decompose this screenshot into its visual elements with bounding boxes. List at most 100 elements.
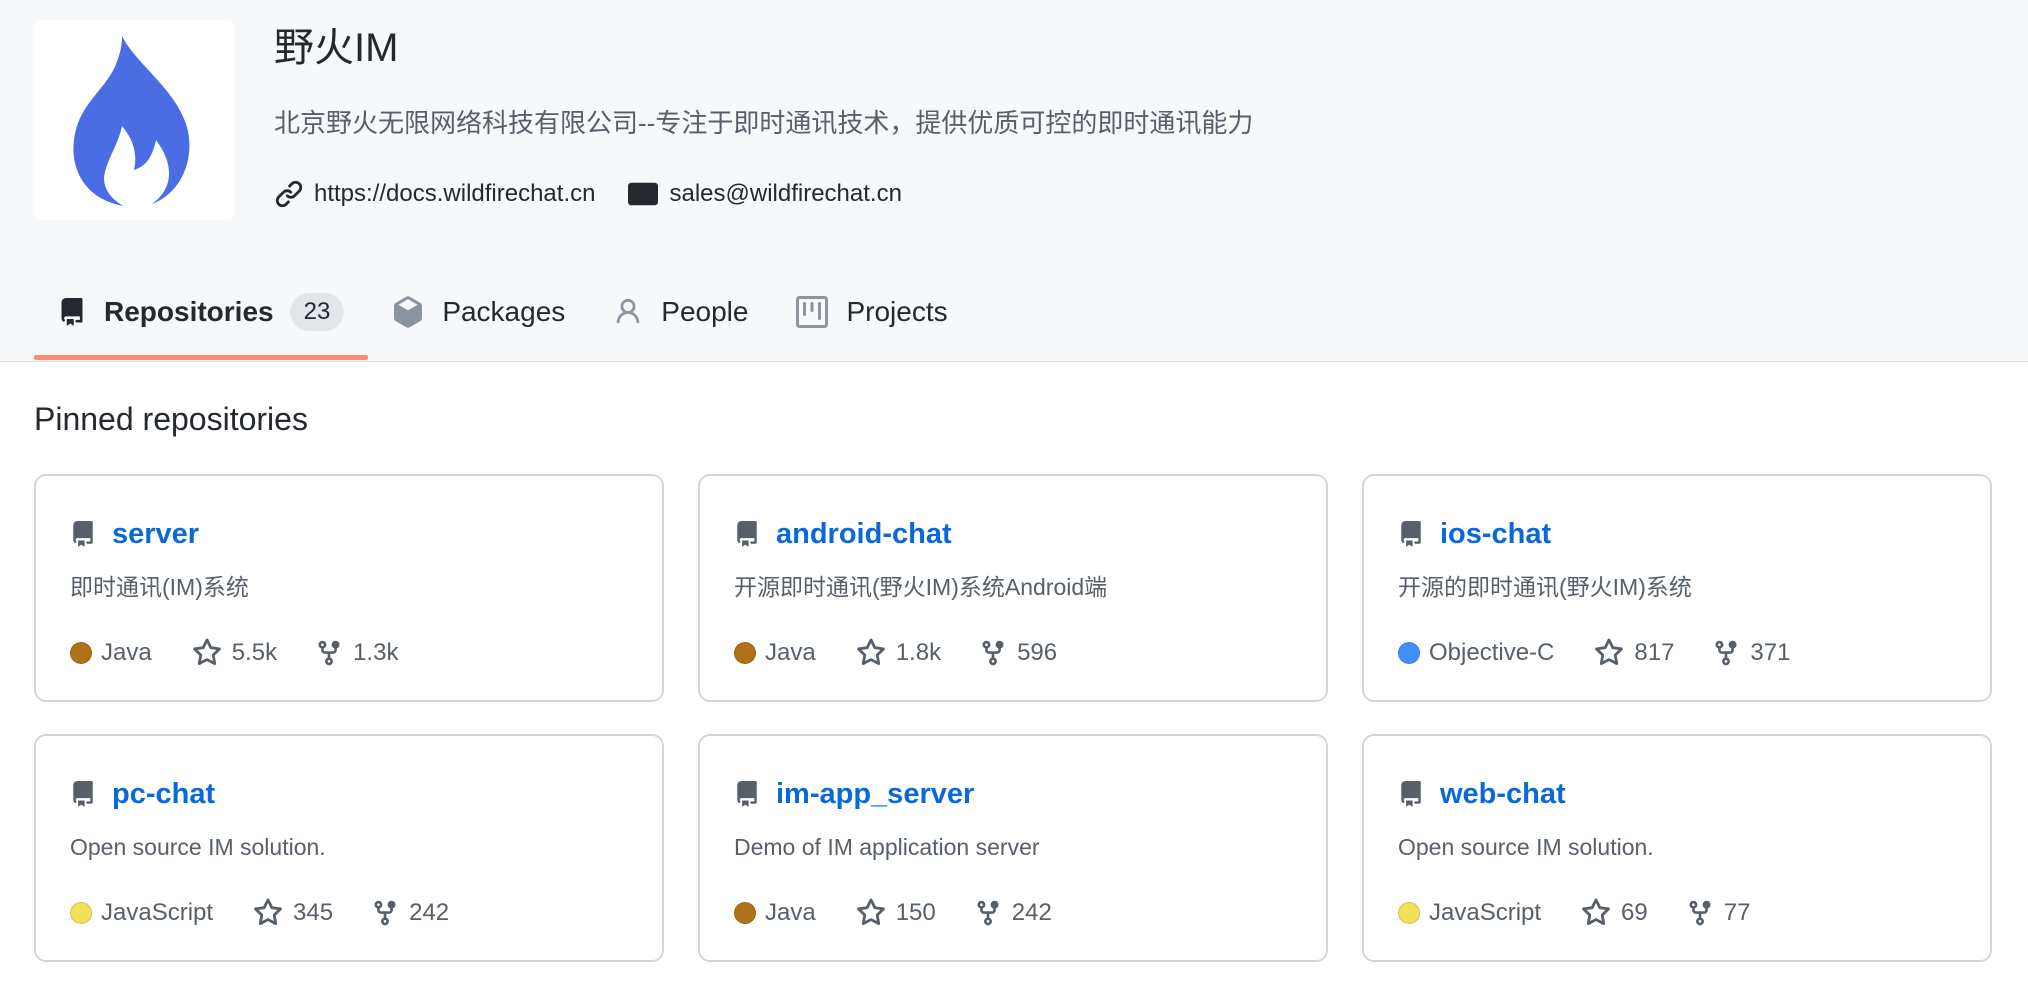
language-color-dot (70, 642, 92, 664)
flame-logo-icon (73, 36, 190, 206)
language-color-dot (1398, 642, 1420, 664)
fork-icon (318, 640, 340, 666)
repo-description: Demo of IM application server (734, 834, 1040, 860)
repo-header: im-app_server (734, 772, 974, 816)
tab-projects[interactable]: Projects (772, 284, 971, 340)
mail-icon (628, 182, 659, 206)
org-email[interactable]: sales@wildfirechat.cn (627, 179, 902, 209)
language-color-dot (70, 902, 92, 924)
star-count: 1.8k (895, 639, 942, 666)
star-count: 150 (895, 899, 936, 926)
repo-name-link[interactable]: ios-chat (1440, 518, 1551, 551)
repo-language: Java (734, 899, 816, 927)
fork-count: 77 (1723, 899, 1751, 926)
repo-count-badge: 23 (289, 293, 345, 331)
repo-meta: JavaScript 69 77 (1398, 896, 1788, 930)
pinned-repo-card: pc-chat Open source IM solution. JavaScr… (34, 734, 664, 962)
repo-name-link[interactable]: server (112, 518, 199, 551)
star-count: 5.5k (231, 639, 278, 666)
tab-people[interactable]: People (589, 284, 772, 340)
repo-description: 即时通讯(IM)系统 (70, 574, 249, 600)
repo-description: Open source IM solution. (70, 834, 326, 860)
tab-label: Projects (846, 296, 948, 327)
repo-header: server (70, 512, 199, 556)
repo-name-link[interactable]: android-chat (776, 518, 952, 551)
language-color-dot (734, 642, 756, 664)
repo-stars[interactable]: 5.5k (192, 638, 277, 668)
website-link[interactable]: https://docs.wildfirechat.cn (314, 180, 595, 208)
star-icon (1582, 898, 1610, 926)
repo-stars[interactable]: 150 (856, 898, 936, 928)
repo-meta: Java 5.5k 1.3k (70, 636, 436, 670)
org-tabs: Repositories 23 Packages People Projects (34, 284, 972, 361)
repo-forks[interactable]: 1.3k (315, 638, 398, 668)
language-label: JavaScript (101, 899, 214, 926)
repo-stars[interactable]: 69 (1581, 898, 1648, 928)
repo-stars[interactable]: 1.8k (856, 638, 941, 668)
repo-icon (737, 781, 757, 807)
repo-meta: Java 150 242 (734, 896, 1090, 930)
repo-language: JavaScript (1398, 899, 1541, 927)
repo-forks[interactable]: 242 (371, 898, 449, 928)
repo-icon (1401, 521, 1421, 547)
star-count: 345 (293, 899, 334, 926)
repo-forks[interactable]: 596 (979, 638, 1057, 668)
language-color-dot (734, 902, 756, 924)
repo-icon (73, 521, 93, 547)
repo-language: JavaScript (70, 899, 213, 927)
tab-packages[interactable]: Packages (368, 284, 589, 340)
repo-icon (737, 521, 757, 547)
language-color-dot (1398, 902, 1420, 924)
repo-meta: Java 1.8k 596 (734, 636, 1095, 670)
repo-name-link[interactable]: pc-chat (112, 778, 215, 811)
fork-count: 596 (1017, 639, 1058, 666)
fork-icon (374, 900, 396, 926)
repo-description: Open source IM solution. (1398, 834, 1654, 860)
pinned-repo-card: android-chat 开源即时通讯(野火IM)系统Android端 Java… (698, 474, 1328, 702)
pinned-title: Pinned repositories (34, 401, 308, 437)
repo-forks[interactable]: 77 (1686, 898, 1751, 928)
org-avatar[interactable] (34, 20, 234, 220)
star-icon (1595, 638, 1624, 666)
org-description: 北京野火无限网络科技有限公司--专注于即时通讯技术，提供优质可控的即时通讯能力 (274, 108, 1254, 138)
repo-forks[interactable]: 371 (1712, 638, 1790, 668)
repo-meta: Objective-C 817 371 (1398, 636, 1828, 670)
link-icon (275, 180, 303, 208)
email-link[interactable]: sales@wildfirechat.cn (669, 180, 901, 208)
fork-count: 1.3k (353, 639, 399, 666)
org-website[interactable]: https://docs.wildfirechat.cn (274, 179, 595, 209)
repo-icon (61, 298, 83, 326)
tab-repositories[interactable]: Repositories 23 (34, 284, 369, 360)
repo-stars[interactable]: 817 (1594, 638, 1674, 668)
package-icon (394, 296, 423, 328)
repo-header: android-chat (734, 512, 952, 556)
language-label: Java (765, 639, 816, 666)
repo-forks[interactable]: 242 (974, 898, 1052, 928)
star-count: 69 (1621, 899, 1648, 926)
pinned-repo-card: ios-chat 开源的即时通讯(野火IM)系统 Objective-C 817… (1362, 474, 1992, 702)
star-icon (856, 638, 885, 666)
language-label: Java (101, 639, 152, 666)
repo-icon (73, 781, 93, 807)
tab-label: Repositories (104, 296, 274, 327)
project-icon (796, 296, 829, 328)
pinned-repos-grid: server 即时通讯(IM)系统 Java 5.5k 1.3k android… (34, 474, 1994, 962)
org-meta: https://docs.wildfirechat.cn sales@wildf… (274, 174, 934, 214)
repo-header: web-chat (1398, 772, 1566, 816)
star-icon (254, 898, 282, 926)
repo-stars[interactable]: 345 (253, 898, 333, 928)
language-label: JavaScript (1429, 899, 1542, 926)
repo-description: 开源即时通讯(野火IM)系统Android端 (734, 574, 1108, 600)
repo-name-link[interactable]: web-chat (1440, 778, 1566, 811)
language-label: Java (765, 899, 816, 926)
repo-icon (1401, 781, 1421, 807)
fork-count: 371 (1750, 639, 1791, 666)
star-icon (856, 898, 885, 926)
pinned-repo-card: server 即时通讯(IM)系统 Java 5.5k 1.3k (34, 474, 664, 702)
repo-description: 开源的即时通讯(野火IM)系统 (1398, 574, 1692, 600)
repo-language: Java (70, 639, 152, 667)
repo-header: ios-chat (1398, 512, 1551, 556)
repo-header: pc-chat (70, 772, 215, 816)
repo-language: Java (734, 639, 816, 667)
repo-name-link[interactable]: im-app_server (776, 778, 974, 811)
